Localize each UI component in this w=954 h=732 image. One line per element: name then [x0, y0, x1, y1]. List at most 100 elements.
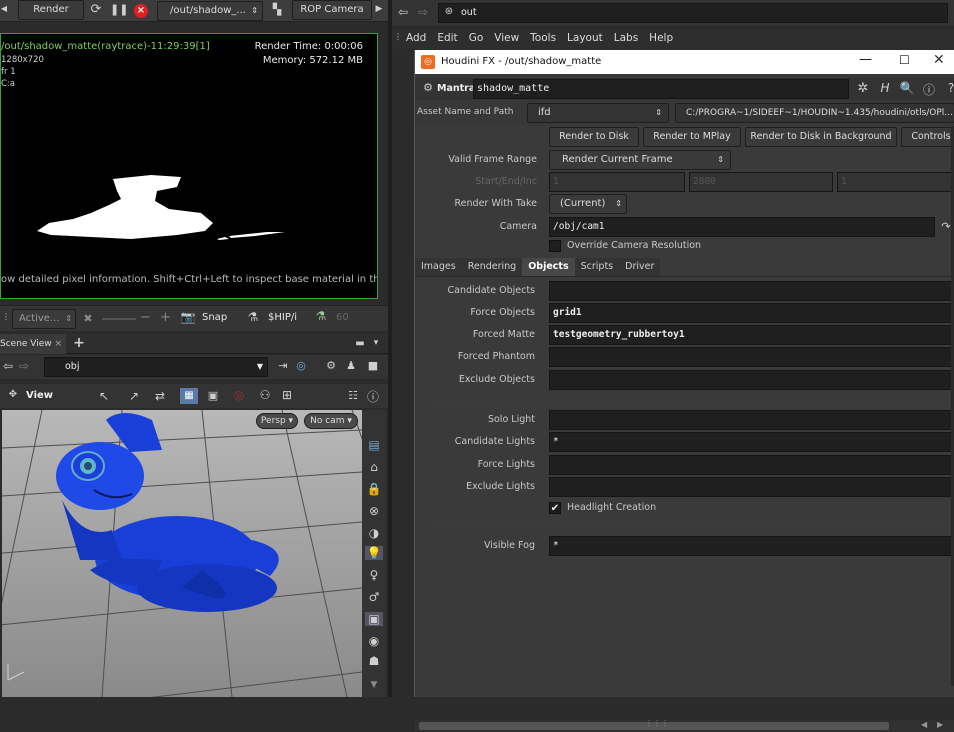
tab-images[interactable]: Images: [415, 258, 462, 276]
people-icon[interactable]: ☗: [365, 654, 383, 668]
pin-icon[interactable]: ▚: [270, 3, 284, 16]
rop-camera-button[interactable]: ROP Camera: [292, 0, 372, 20]
rop-path-select[interactable]: /out/shadow_... ⇕: [157, 1, 263, 21]
active-select[interactable]: Active... ⇕: [12, 309, 76, 329]
forward-arrow-icon[interactable]: ⇨: [18, 359, 30, 373]
render-take-select[interactable]: (Current) ⇕: [549, 194, 627, 214]
tab-driver[interactable]: Driver: [619, 258, 661, 276]
ghost-icon[interactable]: ▤: [365, 438, 383, 452]
solo-light-field[interactable]: [549, 410, 954, 430]
pane-dropdown-icon[interactable]: ▾: [370, 338, 382, 348]
flask-icon[interactable]: ⚗: [246, 310, 260, 324]
camera-field[interactable]: /obj/cam1: [549, 217, 935, 237]
lock-icon[interactable]: 🔒: [365, 482, 383, 496]
render-button[interactable]: Render: [18, 0, 84, 20]
persp-menu[interactable]: Persp ▾: [256, 413, 298, 429]
valid-frame-select[interactable]: Render Current Frame ⇕: [549, 150, 731, 170]
exclude-lights-field[interactable]: [549, 477, 954, 497]
end-frame-field[interactable]: 2800: [689, 172, 833, 192]
tools-icon[interactable]: ⚙: [324, 359, 338, 372]
asset-path-field[interactable]: C:/PROGRA~1/SIDEEF~1/HOUDIN~1.435/houdin…: [675, 103, 954, 123]
close-icon[interactable]: ✕: [933, 52, 945, 68]
menu-edit[interactable]: Edit: [437, 32, 457, 44]
info-icon[interactable]: ⓘ: [921, 81, 937, 98]
exclude-objects-field[interactable]: [549, 370, 954, 390]
pause-icon[interactable]: ❚❚: [110, 3, 128, 16]
node-name-field[interactable]: shadow_matte: [473, 79, 849, 99]
gear-icon[interactable]: ✲: [855, 81, 871, 96]
window-icon[interactable]: ■: [366, 359, 380, 372]
display-options-icon[interactable]: ☷: [346, 389, 360, 402]
help-icon[interactable]: ?: [943, 81, 954, 95]
scroll-right-icon[interactable]: ▶: [937, 720, 943, 729]
minus-icon[interactable]: −: [140, 310, 151, 325]
headlight-checkbox[interactable]: ✔: [549, 502, 561, 514]
help-icon[interactable]: ⓘ: [366, 388, 380, 405]
viewport-3d[interactable]: Persp ▾ No cam ▾: [2, 410, 362, 697]
flipbook-icon[interactable]: ⚇: [258, 388, 272, 402]
forward-arrow-icon[interactable]: ⇨: [416, 5, 430, 19]
menu-labs[interactable]: Labs: [614, 32, 638, 44]
override-checkbox[interactable]: [549, 240, 561, 252]
expand-arrow-icon[interactable]: ▶: [374, 4, 384, 14]
zoom-slider[interactable]: [102, 318, 136, 320]
render-to-disk-button[interactable]: Render to Disk: [549, 127, 639, 147]
light-alt2-icon[interactable]: ♂: [365, 590, 383, 604]
render-to-mplay-button[interactable]: Render to MPlay: [643, 127, 741, 147]
snapshot-camera-icon[interactable]: 📷: [180, 310, 196, 324]
network-path-field[interactable]: out: [438, 3, 948, 23]
light-alt-icon[interactable]: ♀: [365, 568, 383, 582]
snap-button[interactable]: Snap: [202, 312, 227, 323]
search-icon[interactable]: 🔍: [899, 81, 915, 95]
add-tab-icon[interactable]: +: [72, 335, 86, 351]
menu-help[interactable]: Help: [649, 32, 673, 44]
wireframe-icon[interactable]: ◑: [365, 526, 383, 540]
horizontal-scrollbar[interactable]: ⋮⋮⋮ ◀ ▶: [415, 719, 954, 732]
menu-add[interactable]: Add: [406, 32, 426, 44]
scene-path-field[interactable]: obj ▼: [44, 357, 268, 377]
select-tool-icon[interactable]: ↖: [96, 389, 112, 403]
asset-name-select[interactable]: ifd ⇕: [527, 103, 669, 123]
camera-menu[interactable]: No cam ▾: [304, 413, 358, 429]
close-x-icon[interactable]: ✖: [82, 312, 94, 325]
force-objects-field[interactable]: grid1: [549, 303, 954, 323]
eye-icon[interactable]: ◉: [365, 634, 383, 648]
view-icon[interactable]: ✥: [6, 389, 20, 400]
collapse-arrow-icon[interactable]: ◀: [0, 4, 8, 13]
refresh-icon[interactable]: ⟳: [88, 2, 104, 17]
menu-tools[interactable]: Tools: [530, 32, 556, 44]
handle-tool-icon[interactable]: ⇄: [152, 389, 168, 403]
grid-snap-icon[interactable]: ▦: [180, 388, 198, 404]
disabled-icon[interactable]: ◎: [232, 388, 246, 402]
hip-path-field[interactable]: $HIP/i: [268, 312, 297, 323]
back-arrow-icon[interactable]: ⇦: [396, 5, 410, 19]
visible-fog-field[interactable]: *: [549, 536, 954, 556]
snap-toggle-icon[interactable]: ⌂: [365, 460, 383, 474]
tab-scene-view[interactable]: Scene View ×: [0, 334, 66, 354]
menu-view[interactable]: View: [494, 32, 519, 44]
pin-arrow-icon[interactable]: ⇥: [276, 359, 290, 372]
force-lights-field[interactable]: [549, 455, 954, 475]
camera-icon[interactable]: ▣: [206, 389, 220, 402]
tab-scripts[interactable]: Scripts: [574, 258, 620, 276]
scroll-left-icon[interactable]: ◀: [921, 720, 927, 729]
view-menu[interactable]: View: [26, 390, 53, 401]
plus-icon[interactable]: +: [160, 310, 171, 325]
forced-phantom-field[interactable]: [549, 347, 954, 367]
back-arrow-icon[interactable]: ⇦: [2, 359, 14, 373]
light-icon[interactable]: 💡: [365, 546, 383, 560]
no-icon[interactable]: ⊗: [365, 504, 383, 518]
transform-tool-icon[interactable]: ↗: [126, 389, 142, 403]
frame-number-field[interactable]: 60: [336, 312, 349, 323]
tab-objects[interactable]: Objects: [522, 258, 575, 276]
menu-layout[interactable]: Layout: [567, 32, 603, 44]
minimize-icon[interactable]: —: [859, 52, 872, 67]
controls-button[interactable]: Controls: [901, 127, 954, 147]
forced-matte-field[interactable]: testgeometry_rubbertoy1: [549, 325, 954, 345]
tab-close-icon[interactable]: ×: [54, 334, 62, 354]
render-region-icon[interactable]: ⊞: [280, 388, 294, 402]
maximize-icon[interactable]: ☐: [899, 53, 910, 67]
pane-divider[interactable]: [388, 0, 392, 697]
render-background-button[interactable]: Render to Disk in Background: [745, 127, 897, 147]
people-icon[interactable]: ♟: [344, 359, 358, 372]
